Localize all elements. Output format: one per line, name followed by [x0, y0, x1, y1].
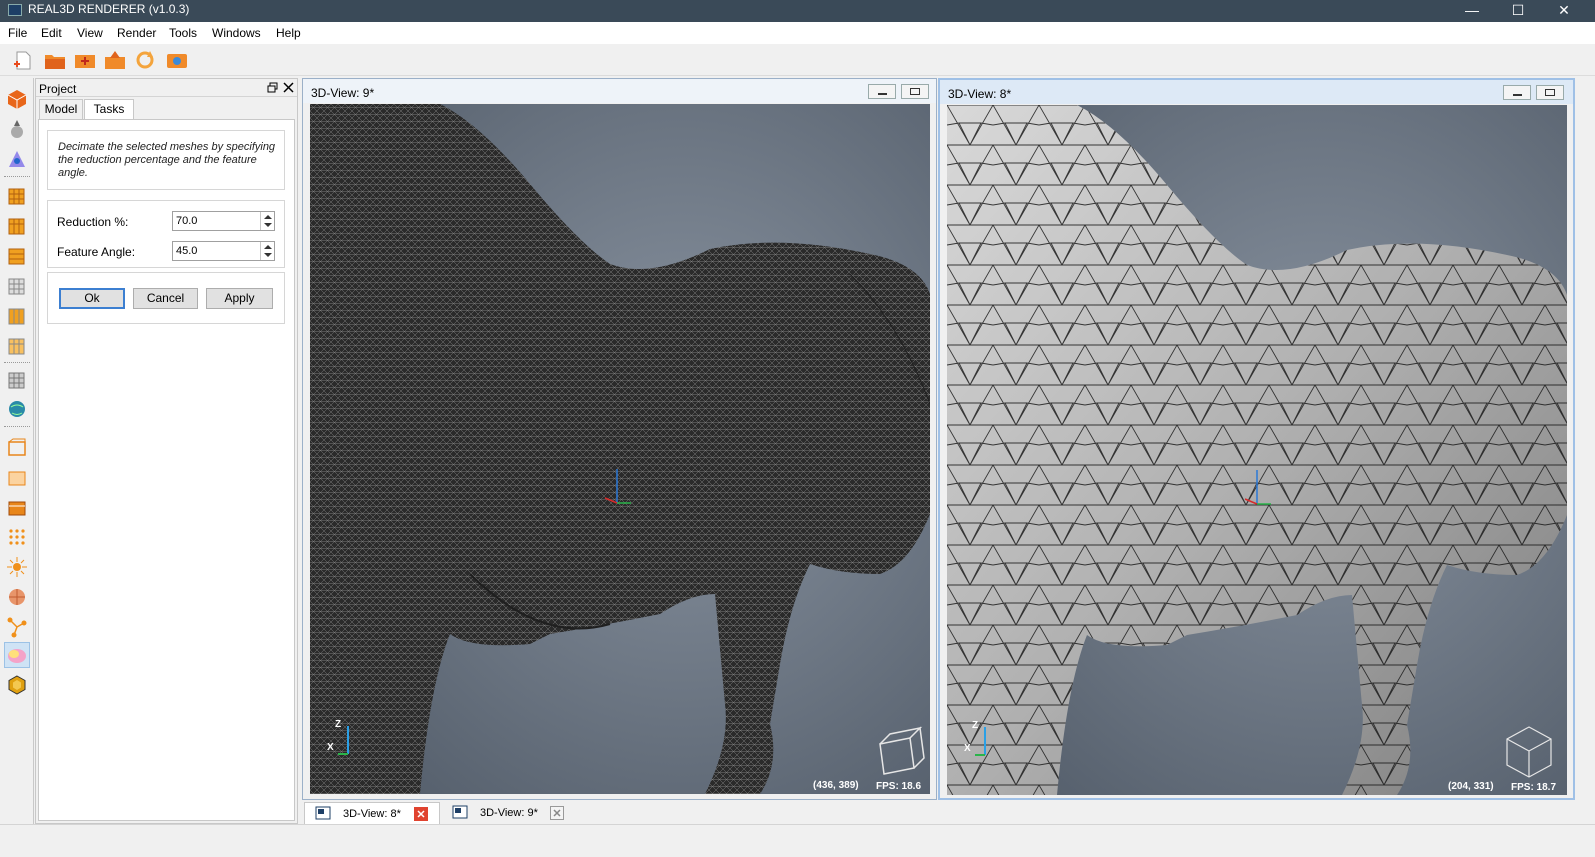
task-description: Decimate the selected meshes by specifyi… [58, 141, 276, 179]
mesh-grid-icon-7[interactable] [6, 368, 28, 390]
mesh-grid-icon-2[interactable] [6, 214, 28, 236]
gradient-blob-icon[interactable] [6, 644, 28, 666]
bottom-tab-view-9-label: 3D-View: 9* [480, 807, 538, 819]
box-outline-icon[interactable] [6, 436, 28, 458]
menu-windows[interactable]: Windows [212, 26, 261, 40]
title-bar: REAL3D RENDERER (v1.0.3) — ☐ ✕ [0, 0, 1595, 22]
menu-bar: File Edit View Render Tools Windows Help [0, 22, 1595, 44]
view-8-minimize-button[interactable] [1503, 85, 1531, 100]
close-button[interactable]: ✕ [1541, 0, 1587, 22]
light-burst-icon[interactable] [6, 556, 28, 578]
mesh-grid-icon-4[interactable] [6, 274, 28, 296]
menu-file[interactable]: File [8, 26, 27, 40]
cancel-button[interactable]: Cancel [133, 288, 198, 309]
view-window-8: 3D-View: 8* Z X (204, 331) FPS: 18.7 [938, 78, 1575, 800]
view-tab-bar: 3D-View: 8* 3D-View: 9* [302, 800, 1595, 824]
close-tab-icon[interactable] [414, 807, 428, 821]
view-window-icon [452, 805, 468, 819]
view-9-minimize-button[interactable] [868, 84, 896, 99]
menu-help[interactable]: Help [276, 26, 301, 40]
feature-angle-stepper[interactable] [260, 242, 274, 260]
point-cloud-icon[interactable] [6, 526, 28, 548]
box-solid-icon[interactable] [6, 496, 28, 518]
menu-render[interactable]: Render [117, 26, 156, 40]
globe-icon[interactable] [6, 398, 28, 420]
view-window-icon [315, 806, 331, 820]
view-9-cursor-coords: (436, 389) [813, 780, 859, 791]
viewport-8[interactable] [947, 105, 1567, 795]
minimize-button[interactable]: — [1449, 0, 1495, 22]
close-panel-icon[interactable] [283, 82, 294, 93]
view-9-title: 3D-View: 9* [311, 86, 375, 100]
view-8-header: 3D-View: 8* [940, 80, 1573, 104]
tab-model[interactable]: Model [39, 99, 83, 120]
view-8-axis-z-label: Z [972, 720, 979, 731]
description-group: Decimate the selected meshes by specifyi… [47, 130, 285, 190]
view-8-cursor-coords: (204, 331) [1448, 781, 1494, 792]
reduction-stepper[interactable] [260, 212, 274, 230]
feature-angle-spinbox[interactable]: 45.0 [172, 241, 275, 261]
view-8-axis-x-label: X [964, 743, 971, 754]
cube-object-icon[interactable] [6, 88, 28, 110]
left-tool-strip [0, 78, 34, 824]
import-mesh-icon[interactable] [74, 49, 96, 71]
mesh-grid-icon-5[interactable] [6, 304, 28, 326]
bottom-tab-view-8[interactable]: 3D-View: 8* [304, 802, 440, 824]
float-panel-icon[interactable] [267, 82, 278, 93]
box-wire-icon[interactable] [6, 466, 28, 488]
project-panel: Project Model Tasks Decimate the selecte… [35, 78, 298, 824]
view-window-9: 3D-View: 9* Z X (436, 389) FPS: 18.6 [302, 78, 937, 800]
sphere-icon[interactable] [6, 586, 28, 608]
feature-angle-value: 45.0 [176, 245, 198, 257]
view-9-axis-x-label: X [327, 742, 334, 753]
mesh-grid-icon-3[interactable] [6, 244, 28, 266]
screenshot-camera-icon[interactable] [166, 49, 188, 71]
menu-edit[interactable]: Edit [41, 26, 62, 40]
project-panel-header: Project [36, 79, 297, 97]
window-title: REAL3D RENDERER (v1.0.3) [28, 2, 190, 16]
view-9-header: 3D-View: 9* [303, 79, 936, 103]
graph-nodes-icon[interactable] [6, 616, 28, 638]
new-project-icon[interactable] [12, 49, 34, 71]
mesh-grid-icon-6[interactable] [6, 334, 28, 356]
actions-group: Ok Cancel Apply [47, 272, 285, 324]
refresh-icon[interactable] [134, 49, 156, 71]
feature-angle-label: Feature Angle: [57, 245, 136, 259]
bottom-tab-view-8-label: 3D-View: 8* [343, 808, 401, 820]
material-icon[interactable] [6, 118, 28, 140]
project-panel-title: Project [39, 82, 77, 96]
mesh-grid-icon-1[interactable] [6, 184, 28, 206]
parameters-group: Reduction %: 70.0 Feature Angle: 45.0 [47, 200, 285, 268]
reduction-spinbox[interactable]: 70.0 [172, 211, 275, 231]
view-9-restore-button[interactable] [901, 84, 929, 99]
status-bar [0, 824, 1595, 857]
hexagon-icon[interactable] [6, 674, 28, 696]
main-toolbar [0, 44, 1595, 76]
view-8-fps: FPS: 18.7 [1511, 782, 1557, 793]
view-8-title: 3D-View: 8* [948, 87, 1012, 101]
view-9-fps: FPS: 18.6 [876, 781, 922, 792]
apply-button[interactable]: Apply [206, 288, 273, 309]
view-9-axis-z-label: Z [335, 719, 342, 730]
bottom-tab-view-9[interactable]: 3D-View: 9* [442, 802, 578, 824]
menu-view[interactable]: View [77, 26, 103, 40]
reduction-label: Reduction %: [57, 215, 129, 229]
tab-tasks[interactable]: Tasks [84, 99, 134, 120]
maximize-button[interactable]: ☐ [1495, 0, 1541, 22]
viewport-9[interactable] [310, 104, 930, 794]
tasks-tab-body: Decimate the selected meshes by specifyi… [38, 119, 295, 821]
export-mesh-icon[interactable] [104, 49, 126, 71]
close-tab-icon[interactable] [550, 806, 564, 820]
menu-tools[interactable]: Tools [169, 26, 197, 40]
view-8-restore-button[interactable] [1536, 85, 1564, 100]
axes-icon[interactable] [6, 148, 28, 170]
app-icon [8, 4, 22, 16]
reduction-value: 70.0 [176, 215, 198, 227]
ok-button[interactable]: Ok [59, 288, 125, 309]
open-folder-icon[interactable] [44, 49, 66, 71]
